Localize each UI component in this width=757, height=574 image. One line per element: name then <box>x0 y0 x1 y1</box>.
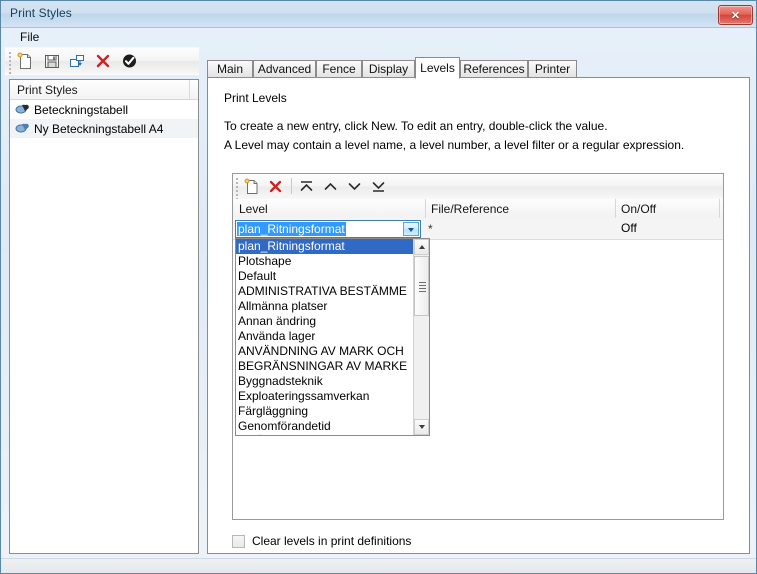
list-item[interactable]: Ny Beteckningstabell A4 <box>10 119 198 138</box>
settings-panel: Main Advanced Fence Display Levels Refer… <box>207 57 750 554</box>
tab-advanced[interactable]: Advanced <box>253 60 316 78</box>
clear-levels-label: Clear levels in print definitions <box>252 534 412 548</box>
dropdown-option[interactable]: Exploateringssamverkan <box>236 389 414 404</box>
red-x-delete-icon <box>96 54 110 68</box>
delete-button[interactable] <box>93 51 114 71</box>
print-styles-window: Print Styles ✕ File Print Styles Beteckn… <box>0 0 757 574</box>
dropdown-option[interactable]: Byggnadsteknik <box>236 374 414 389</box>
menu-item-file[interactable]: File <box>15 29 44 45</box>
dropdown-option[interactable]: ANVÄNDNING AV MARK OCH <box>236 344 414 359</box>
chevron-down-icon[interactable] <box>403 222 419 236</box>
help-text-line-2: A Level may contain a level name, a leve… <box>224 138 685 152</box>
column-divider[interactable] <box>719 199 720 218</box>
move-to-bottom-icon <box>372 182 385 192</box>
column-divider[interactable] <box>615 199 616 218</box>
print-styles-list-panel: Print Styles Beteckningstabell Ny Beteck… <box>9 79 199 554</box>
delete-level-button[interactable] <box>266 177 286 196</box>
print-styles-list-header-label: Print Styles <box>17 83 78 97</box>
dropdown-option[interactable]: ADMINISTRATIVA BESTÄMME <box>236 284 414 299</box>
level-dropdown-list[interactable]: plan_Ritningsformat Plotshape Default AD… <box>235 238 430 436</box>
dropdown-option[interactable]: Genomförandetid <box>236 419 414 434</box>
print-style-icon <box>15 123 29 133</box>
cell-on-off[interactable]: Off <box>621 221 637 235</box>
triangle-down-icon <box>419 425 425 429</box>
print-styles-list-header: Print Styles <box>10 80 198 100</box>
triangle-up-icon <box>419 245 425 249</box>
clear-levels-checkbox-row: Clear levels in print definitions <box>232 534 411 548</box>
level-combo-input[interactable]: plan_Ritningsformat <box>237 222 346 236</box>
close-icon: ✕ <box>730 9 741 22</box>
dropdown-option[interactable]: Allmänna platser <box>236 299 414 314</box>
dropdown-option[interactable]: Plotshape <box>236 254 414 269</box>
new-document-icon <box>244 178 258 194</box>
apply-button[interactable] <box>119 51 140 71</box>
dropdown-option[interactable]: GRÄNSER <box>236 434 414 435</box>
help-text-line-1: To create a new entry, click New. To edi… <box>224 119 608 133</box>
column-divider[interactable] <box>189 80 190 99</box>
column-header-file-reference[interactable]: File/Reference <box>431 202 509 216</box>
close-window-button[interactable]: ✕ <box>718 5 753 25</box>
toolbar-separator <box>291 178 292 194</box>
column-header-on-off[interactable]: On/Off <box>621 202 656 216</box>
black-check-circle-icon <box>123 54 136 68</box>
new-style-button[interactable] <box>15 51 36 71</box>
scrollbar-thumb[interactable] <box>414 256 429 316</box>
cell-file-reference[interactable]: * <box>428 222 433 236</box>
column-divider[interactable] <box>425 199 426 218</box>
dropdown-option[interactable]: plan_Ritningsformat <box>236 239 414 254</box>
move-up-button[interactable] <box>321 177 341 196</box>
move-to-bottom-button[interactable] <box>369 177 389 196</box>
move-down-button[interactable] <box>345 177 365 196</box>
dropdown-option[interactable]: BEGRÄNSNINGAR AV MARKE <box>236 359 414 374</box>
save-disk-icon <box>45 55 59 68</box>
levels-tab-panel: Print Levels To create a new entry, clic… <box>207 77 750 554</box>
save-as-button[interactable] <box>67 51 88 71</box>
list-item[interactable]: Beteckningstabell <box>10 100 198 119</box>
dropdown-option[interactable]: Default <box>236 269 414 284</box>
tab-strip: Main Advanced Fence Display Levels Refer… <box>207 57 750 79</box>
tab-levels[interactable]: Levels <box>415 57 460 79</box>
level-combo-box[interactable]: plan_Ritningsformat <box>235 220 421 238</box>
move-to-top-button[interactable] <box>297 177 317 196</box>
red-x-delete-icon <box>269 180 282 193</box>
scroll-down-button[interactable] <box>414 419 429 435</box>
levels-grid-toolbar <box>233 174 723 200</box>
scroll-up-button[interactable] <box>414 239 429 255</box>
chevron-down-icon <box>348 183 361 191</box>
grid-toolbar-grip[interactable] <box>236 178 239 200</box>
chevron-up-icon <box>324 182 337 190</box>
tab-references[interactable]: References <box>460 60 528 78</box>
section-title: Print Levels <box>224 91 287 105</box>
print-style-icon <box>15 104 29 114</box>
menu-bar: File <box>1 27 756 47</box>
dropdown-options-container: plan_Ritningsformat Plotshape Default AD… <box>236 239 414 435</box>
tab-display[interactable]: Display <box>362 60 415 78</box>
save-as-icon <box>70 55 84 67</box>
tab-printer[interactable]: Printer <box>528 60 577 78</box>
list-item-label: Ny Beteckningstabell A4 <box>34 121 164 136</box>
grip-lines-icon <box>419 282 426 294</box>
dropdown-option[interactable]: Annan ändring <box>236 314 414 329</box>
dropdown-option[interactable]: Färgläggning <box>236 404 414 419</box>
dropdown-scrollbar[interactable] <box>413 239 429 435</box>
new-level-button[interactable] <box>242 177 262 196</box>
tab-main[interactable]: Main <box>207 60 253 78</box>
main-toolbar <box>5 47 199 75</box>
levels-table-header: Level File/Reference On/Off <box>233 199 723 219</box>
levels-grid-frame: Level File/Reference On/Off * Off plan_R… <box>232 173 724 520</box>
toolbar-grip[interactable] <box>9 52 12 74</box>
column-header-level[interactable]: Level <box>239 202 268 216</box>
save-button[interactable] <box>41 51 62 71</box>
move-to-top-icon <box>300 181 313 191</box>
tab-fence[interactable]: Fence <box>316 60 362 78</box>
clear-levels-checkbox[interactable] <box>232 534 245 548</box>
new-document-icon <box>17 52 31 69</box>
dropdown-option[interactable]: Använda lager <box>236 329 414 344</box>
window-title: Print Styles <box>10 6 72 20</box>
status-bar <box>1 558 756 573</box>
list-item-label: Beteckningstabell <box>34 102 129 117</box>
title-bar: Print Styles ✕ <box>1 1 756 28</box>
